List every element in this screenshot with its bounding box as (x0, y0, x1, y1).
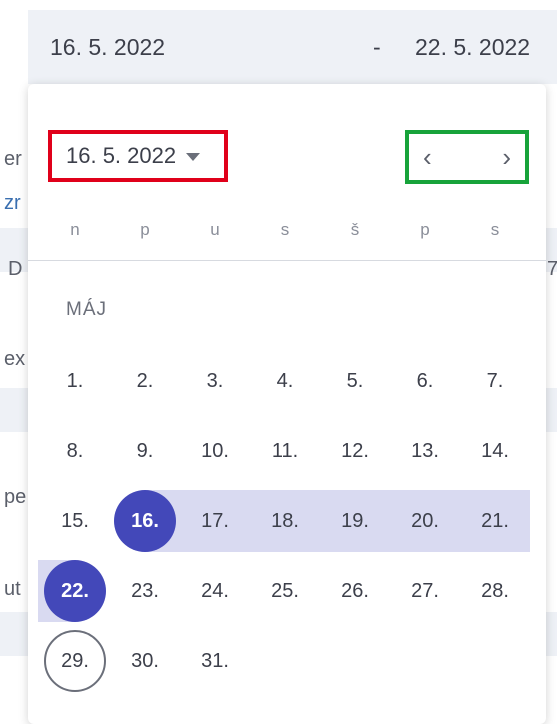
calendar-day[interactable]: 10. (180, 420, 250, 482)
weekday-label: n (70, 220, 80, 239)
calendar-day[interactable]: 19. (320, 490, 390, 552)
calendar-day[interactable]: 7. (460, 350, 530, 412)
calendar-day[interactable]: 13. (390, 420, 460, 482)
calendar-day-label: 28. (481, 579, 509, 602)
calendar-day[interactable]: 8. (40, 420, 110, 482)
weekday-label: p (420, 220, 430, 239)
calendar-day[interactable]: 26. (320, 560, 390, 622)
calendar-popup: 16. 5. 2022 ‹ › n p u s š p s MÁJ 1. 2. 3.… (28, 84, 546, 724)
calendar-day[interactable]: 31. (180, 630, 250, 692)
calendar-day[interactable]: 4. (250, 350, 320, 412)
weekday-label: š (350, 220, 360, 239)
calendar-day[interactable]: 16. (110, 490, 180, 552)
calendar-week-row: 8. 9. 10. 11. 12. 13. 14. (40, 416, 532, 486)
calendar-day-label: 29. (61, 649, 89, 672)
calendar-week-row: 22. 23. 24. 25. 26. 27. 28. (38, 556, 532, 626)
calendar-day[interactable]: 9. (110, 420, 180, 482)
weekday-label: p (140, 220, 150, 239)
calendar-week-row: 29. 30. 31. (40, 626, 532, 696)
weekday-label: u (210, 220, 220, 239)
calendar-day[interactable]: 21. (460, 490, 530, 552)
calendar-day[interactable]: 15. (40, 490, 110, 552)
calendar-week-row: 1. 2. 3. 4. 5. 6. 7. (40, 346, 532, 416)
calendar-day-label: 3. (206, 369, 224, 392)
calendar-day-label: 6. (416, 369, 434, 392)
calendar-day[interactable]: 5. (320, 350, 390, 412)
calendar-day-label: 20. (411, 509, 439, 532)
calendar-day-label: 31. (201, 649, 229, 672)
calendar-day[interactable]: 18. (250, 490, 320, 552)
calendar-day-label: 24. (201, 579, 229, 602)
calendar-day[interactable]: 2. (110, 350, 180, 412)
calendar-day[interactable]: 27. (390, 560, 460, 622)
background-text: 7 (547, 258, 557, 280)
calendar-day[interactable]: 12. (320, 420, 390, 482)
calendar-day-label: 21. (481, 509, 509, 532)
weekday-label: s (490, 220, 500, 239)
calendar-day-label: 10. (201, 439, 229, 462)
date-range-field[interactable]: 16. 5. 2022 - 22. 5. 2022 (28, 10, 557, 84)
calendar-day[interactable]: 30. (110, 630, 180, 692)
calendar-day-label: 14. (481, 439, 509, 462)
weekday-header: n p u s š p s (40, 220, 532, 240)
calendar-day-label: 11. (271, 439, 299, 462)
calendar-day-label: 26. (341, 579, 369, 602)
calendar-day[interactable]: 25. (250, 560, 320, 622)
calendar-day[interactable]: 24. (180, 560, 250, 622)
month-label: MÁJ (66, 299, 107, 320)
range-start-date[interactable]: 16. 5. 2022 (50, 34, 165, 61)
calendar-day-label: 4. (276, 369, 294, 392)
background-text: ex (4, 348, 26, 370)
calendar-day-label: 8. (66, 439, 84, 462)
calendar-day-label: 17. (201, 509, 229, 532)
calendar-day[interactable]: 22. (40, 560, 110, 622)
calendar-day-label: 15. (61, 509, 89, 532)
calendar-day-label: 7. (486, 369, 504, 392)
range-separator: - (373, 34, 381, 60)
weekday-label: s (280, 220, 290, 239)
day-grid: 1. 2. 3. 4. 5. 6. 7. 8. 9. 10. 11. 12. 13. 14. 15. 16. 1… (38, 346, 532, 696)
chevron-right-icon[interactable]: › (502, 144, 511, 170)
calendar-day[interactable]: 17. (180, 490, 250, 552)
calendar-day[interactable]: 23. (110, 560, 180, 622)
range-end-date[interactable]: 22. 5. 2022 (415, 34, 530, 61)
background-text: D (8, 258, 23, 280)
chevron-left-icon[interactable]: ‹ (423, 144, 432, 170)
month-year-select-label: 16. 5. 2022 (66, 143, 177, 168)
calendar-day-label: 25. (271, 579, 299, 602)
calendar-day-label: 22. (61, 579, 89, 602)
calendar-day-label: 5. (346, 369, 364, 392)
calendar-day-label: 18. (271, 509, 299, 532)
calendar-day[interactable]: 3. (180, 350, 250, 412)
month-navigation: ‹ › (405, 130, 529, 184)
calendar-day-label: 9. (136, 439, 154, 462)
calendar-day-label: 1. (66, 369, 84, 392)
calendar-day-label: 13. (411, 439, 439, 462)
calendar-day-label: 2. (136, 369, 154, 392)
calendar-day-label: 19. (341, 509, 369, 532)
calendar-day-label: 30. (131, 649, 159, 672)
background-link: zr (4, 192, 21, 214)
background-text: er (4, 148, 22, 170)
calendar-day[interactable]: 28. (460, 560, 530, 622)
calendar-day-label: 16. (131, 509, 159, 532)
calendar-day-label: 23. (131, 579, 159, 602)
calendar-day[interactable]: 1. (40, 350, 110, 412)
calendar-day[interactable]: 11. (250, 420, 320, 482)
divider (28, 260, 546, 261)
background-text: pe (4, 486, 27, 508)
month-year-select[interactable]: 16. 5. 2022 (48, 130, 228, 182)
calendar-day[interactable]: 14. (460, 420, 530, 482)
calendar-week-row: 15. 16. 17. 18. 19. 20. 21. (40, 486, 532, 556)
calendar-day[interactable]: 29. (40, 630, 110, 692)
background-text: ut (4, 578, 21, 600)
caret-down-icon (186, 153, 201, 161)
calendar-day-label: 27. (411, 579, 439, 602)
calendar-day[interactable]: 20. (390, 490, 460, 552)
calendar-day-label: 12. (341, 439, 369, 462)
calendar-day[interactable]: 6. (390, 350, 460, 412)
